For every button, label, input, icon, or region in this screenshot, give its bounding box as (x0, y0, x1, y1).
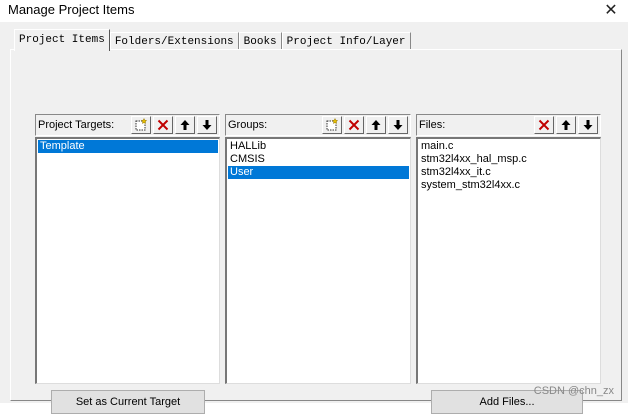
move-down-icon (202, 120, 212, 130)
move-down-icon (583, 120, 593, 130)
files-list[interactable]: main.c stm32l4xx_hal_msp.c stm32l4xx_it.… (416, 137, 601, 384)
new-target-button[interactable] (131, 116, 151, 134)
move-down-icon (393, 120, 403, 130)
move-up-icon (180, 120, 190, 130)
list-item[interactable]: User (228, 166, 409, 179)
groups-list[interactable]: HALLib CMSIS User (225, 137, 411, 384)
files-header: Files: (416, 114, 601, 136)
list-item[interactable]: HALLib (228, 140, 409, 153)
project-targets-toolbar (129, 116, 217, 134)
groups-header: Groups: (225, 114, 411, 136)
tab-panel-project-items: Project Targets: Template Groups: HALLib… (10, 49, 622, 414)
groups-label: Groups: (228, 119, 268, 131)
groups-panel: Groups: HALLib CMSIS User (225, 114, 411, 384)
project-targets-panel: Project Targets: Template (35, 114, 220, 384)
files-panel: Files: main.c stm32l4xx_hal_msp.c stm32l… (416, 114, 601, 384)
move-up-icon (371, 120, 381, 130)
move-file-up-button[interactable] (556, 116, 576, 134)
new-group-button[interactable] (322, 116, 342, 134)
set-current-target-button[interactable]: Set as Current Target (51, 390, 205, 414)
watermark: CSDN @chn_zx (533, 385, 614, 397)
list-item[interactable]: main.c (419, 140, 599, 153)
delete-target-button[interactable] (153, 116, 173, 134)
new-item-icon (326, 118, 339, 131)
project-targets-list[interactable]: Template (35, 137, 220, 384)
list-item[interactable]: Template (38, 140, 218, 153)
list-item[interactable]: stm32l4xx_hal_msp.c (419, 153, 599, 166)
move-up-icon (561, 120, 571, 130)
move-file-down-button[interactable] (578, 116, 598, 134)
window-title: Manage Project Items (8, 2, 135, 17)
groups-toolbar (320, 116, 408, 134)
title-bar: Manage Project Items ✕ (0, 0, 628, 22)
delete-file-button[interactable] (534, 116, 554, 134)
move-target-down-button[interactable] (197, 116, 217, 134)
list-item[interactable]: system_stm32l4xx.c (419, 179, 599, 192)
close-icon[interactable]: ✕ (600, 0, 622, 20)
new-item-icon (135, 118, 148, 131)
move-group-up-button[interactable] (366, 116, 386, 134)
tab-strip: Project Items Folders/Extensions Books P… (14, 28, 411, 51)
tab-project-items[interactable]: Project Items (14, 29, 110, 51)
list-item[interactable]: stm32l4xx_it.c (419, 166, 599, 179)
delete-icon (157, 119, 169, 131)
delete-icon (538, 119, 550, 131)
files-toolbar (532, 116, 598, 134)
dialog-body: Project Items Folders/Extensions Books P… (0, 22, 628, 414)
list-item[interactable]: CMSIS (228, 153, 409, 166)
delete-group-button[interactable] (344, 116, 364, 134)
delete-icon (348, 119, 360, 131)
project-targets-label: Project Targets: (38, 119, 115, 131)
project-targets-header: Project Targets: (35, 114, 220, 136)
move-group-down-button[interactable] (388, 116, 408, 134)
move-target-up-button[interactable] (175, 116, 195, 134)
files-label: Files: (419, 119, 446, 131)
